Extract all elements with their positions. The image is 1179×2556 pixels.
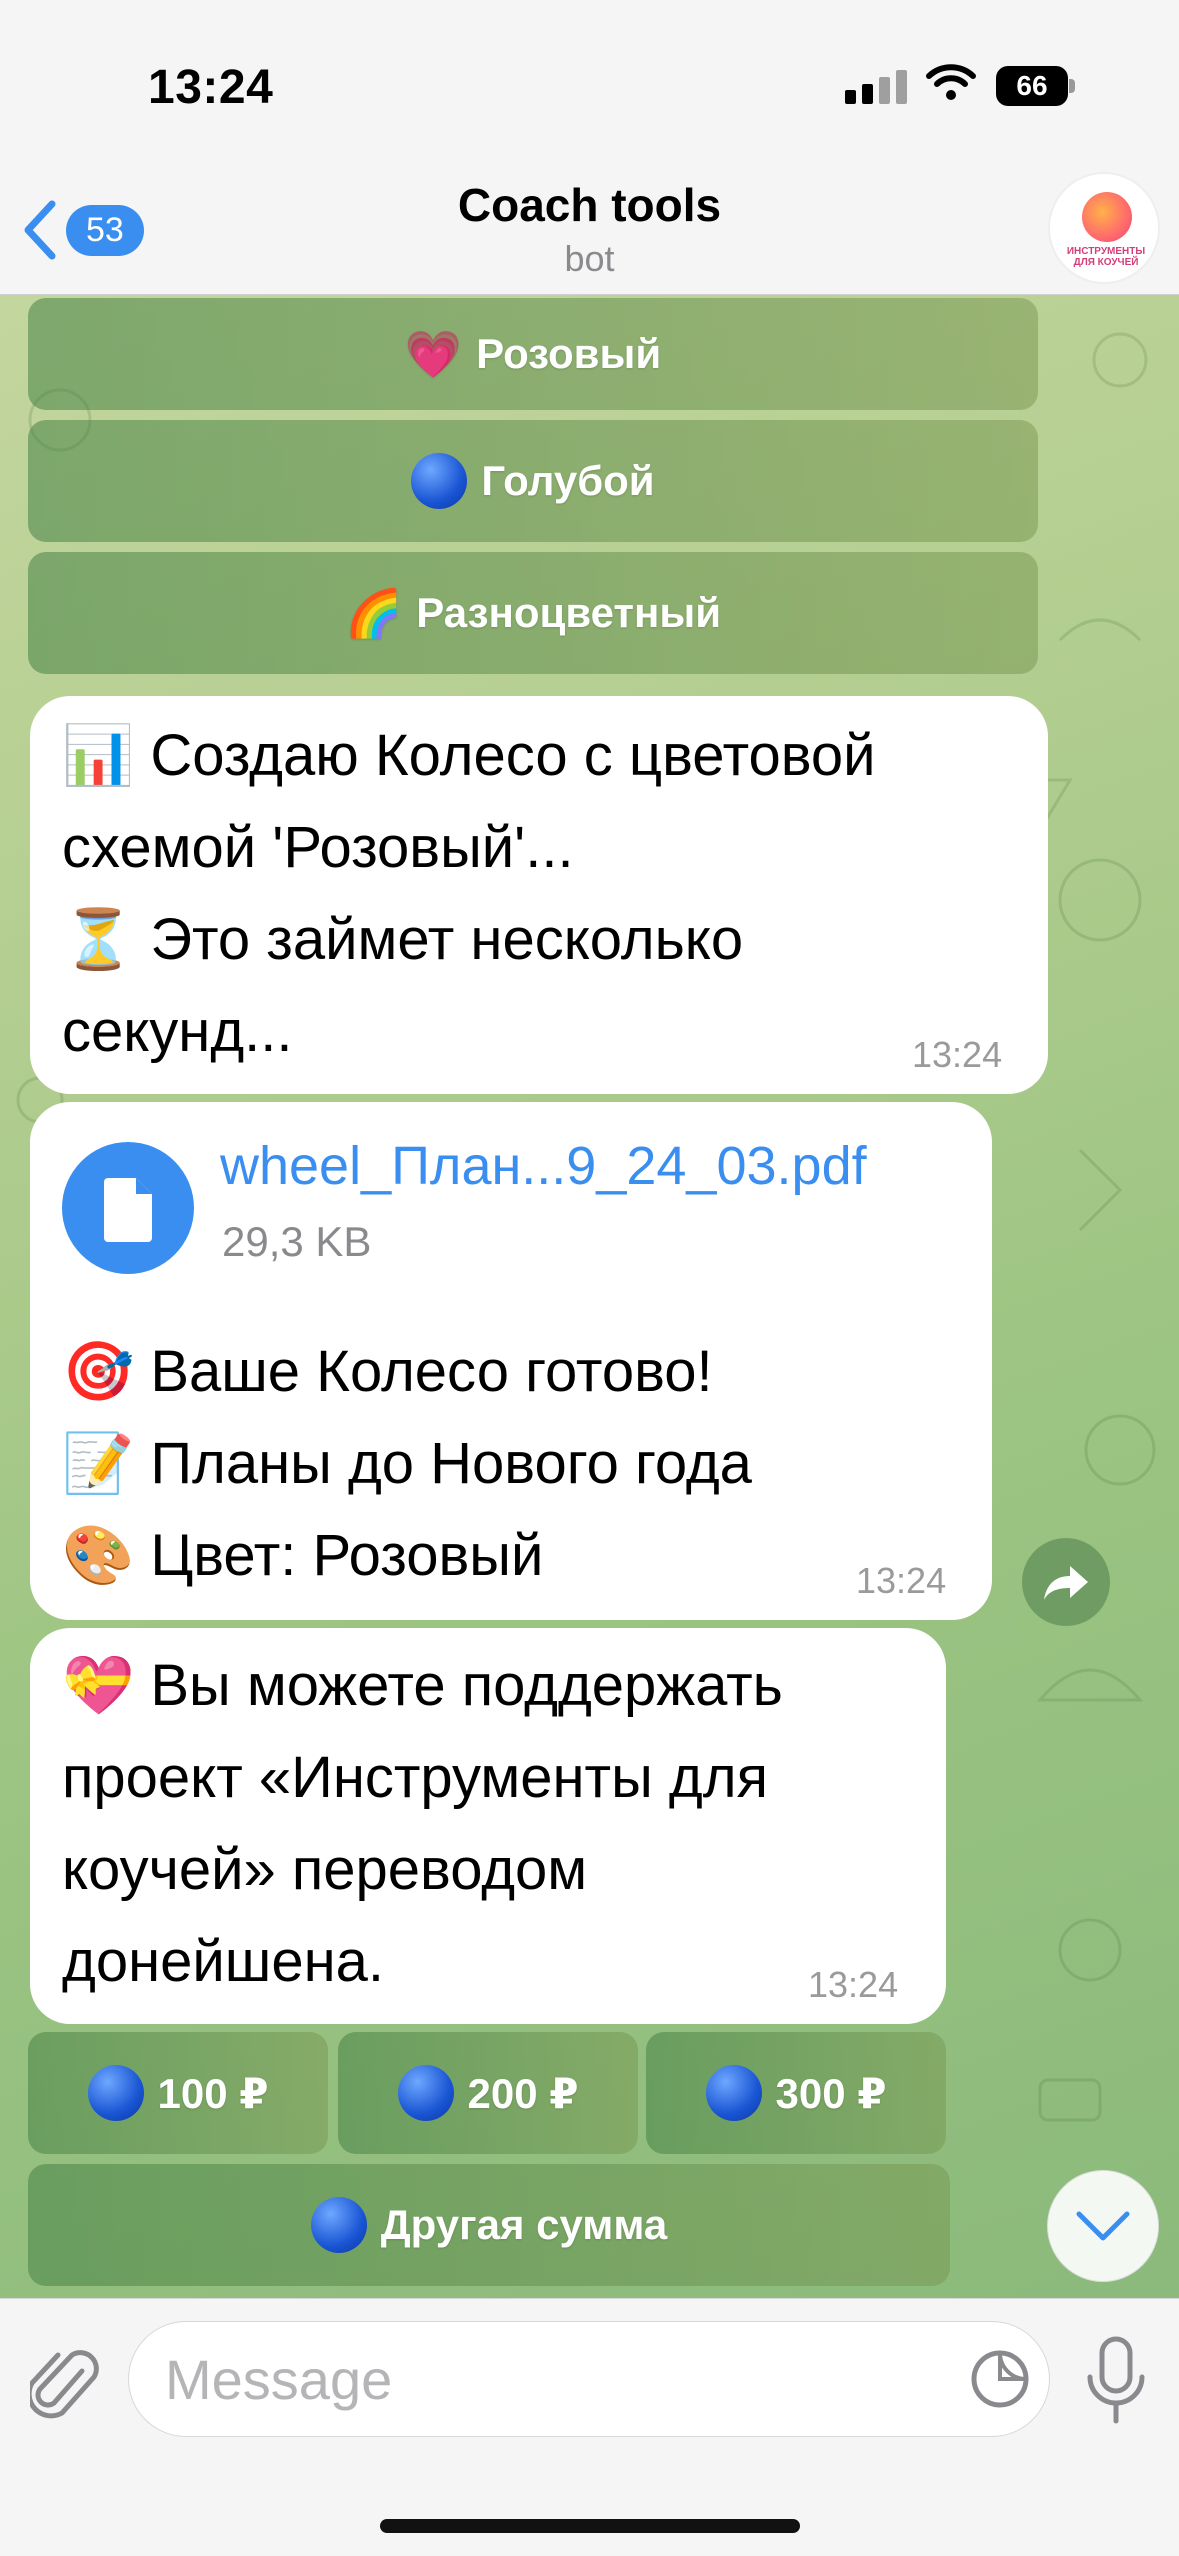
wifi-icon [926,64,976,100]
message-time: 13:24 [912,1034,1003,1075]
attachment-icon[interactable] [30,2341,100,2431]
forward-button[interactable] [1022,1538,1110,1626]
file-name-link[interactable]: wheel_План...9_24_03.pdf [220,1135,867,1197]
donate-other-amount-button[interactable]: Другая сумма [28,2164,950,2286]
share-arrow-icon [1044,1566,1088,1600]
button-label: 300 ₽ [775,2069,887,2117]
button-label: Другая сумма [380,2201,668,2248]
blue-circle-icon [411,453,468,509]
chat-subtitle: bot [564,238,615,279]
button-label: Голубой [481,457,655,504]
battery-icon: 66 [996,66,1076,106]
bot-avatar[interactable]: ИНСТРУМЕНТЫ ДЛЯ КОУЧЕЙ [1048,172,1160,284]
donate-200-button[interactable]: 200 ₽ [338,2032,638,2154]
color-button-multicolor[interactable]: 🌈 Разноцветный [28,552,1038,674]
message-time: 13:24 [808,1964,899,2005]
home-indicator [380,2519,800,2533]
blue-circle-icon [705,2065,762,2121]
rainbow-icon: 🌈 [344,586,403,639]
message-time: 13:24 [856,1560,947,1601]
document-icon [104,1178,152,1242]
status-bar: 13:24 66 [0,0,1179,160]
status-time: 13:24 [148,61,274,114]
color-button-blue[interactable]: Голубой [28,420,1038,542]
pink-heart-icon: 💗 [404,327,463,380]
button-label: Разноцветный [416,589,722,636]
file-size: 29,3 KB [222,1218,372,1265]
message-text: 🎯 Ваше Колесо готово! 📝 Планы до Нового … [62,1339,752,1588]
donate-100-button[interactable]: 100 ₽ [28,2032,328,2154]
blue-circle-icon [310,2197,367,2253]
button-label: Розовый [476,330,662,377]
blue-circle-icon [397,2065,454,2121]
sticker-icon[interactable] [969,2348,1031,2410]
logo-icon [1082,192,1132,242]
message-text: 📊 Создаю Колесо с цветовой схемой 'Розов… [62,723,876,1064]
chevron-down-icon [1076,2211,1130,2241]
blue-circle-icon [87,2065,144,2121]
battery-level: 66 [1016,70,1048,101]
donate-300-button[interactable]: 300 ₽ [646,2032,946,2154]
scroll-to-bottom-button[interactable] [1047,2170,1159,2282]
microphone-icon[interactable] [1080,2333,1152,2433]
color-button-pink[interactable]: 💗 Розовый [28,298,1038,410]
file-download-button[interactable] [62,1142,194,1274]
chat-title[interactable]: Coach tools [0,178,1179,232]
message-input-bar [0,2298,1179,2556]
message-field[interactable] [128,2321,1050,2437]
button-label: 200 ₽ [467,2069,579,2117]
message-input[interactable] [165,2322,945,2436]
avatar-logo-text: ИНСТРУМЕНТЫ ДЛЯ КОУЧЕЙ [1066,246,1146,268]
button-label: 100 ₽ [157,2069,269,2117]
chat-header: 53 Coach tools bot ИНСТРУМЕНТЫ ДЛЯ КОУЧЕ… [0,160,1179,295]
message-text: 💝 Вы можете поддержать проект «Инструмен… [62,1653,783,1994]
cellular-signal-icon [845,70,907,104]
